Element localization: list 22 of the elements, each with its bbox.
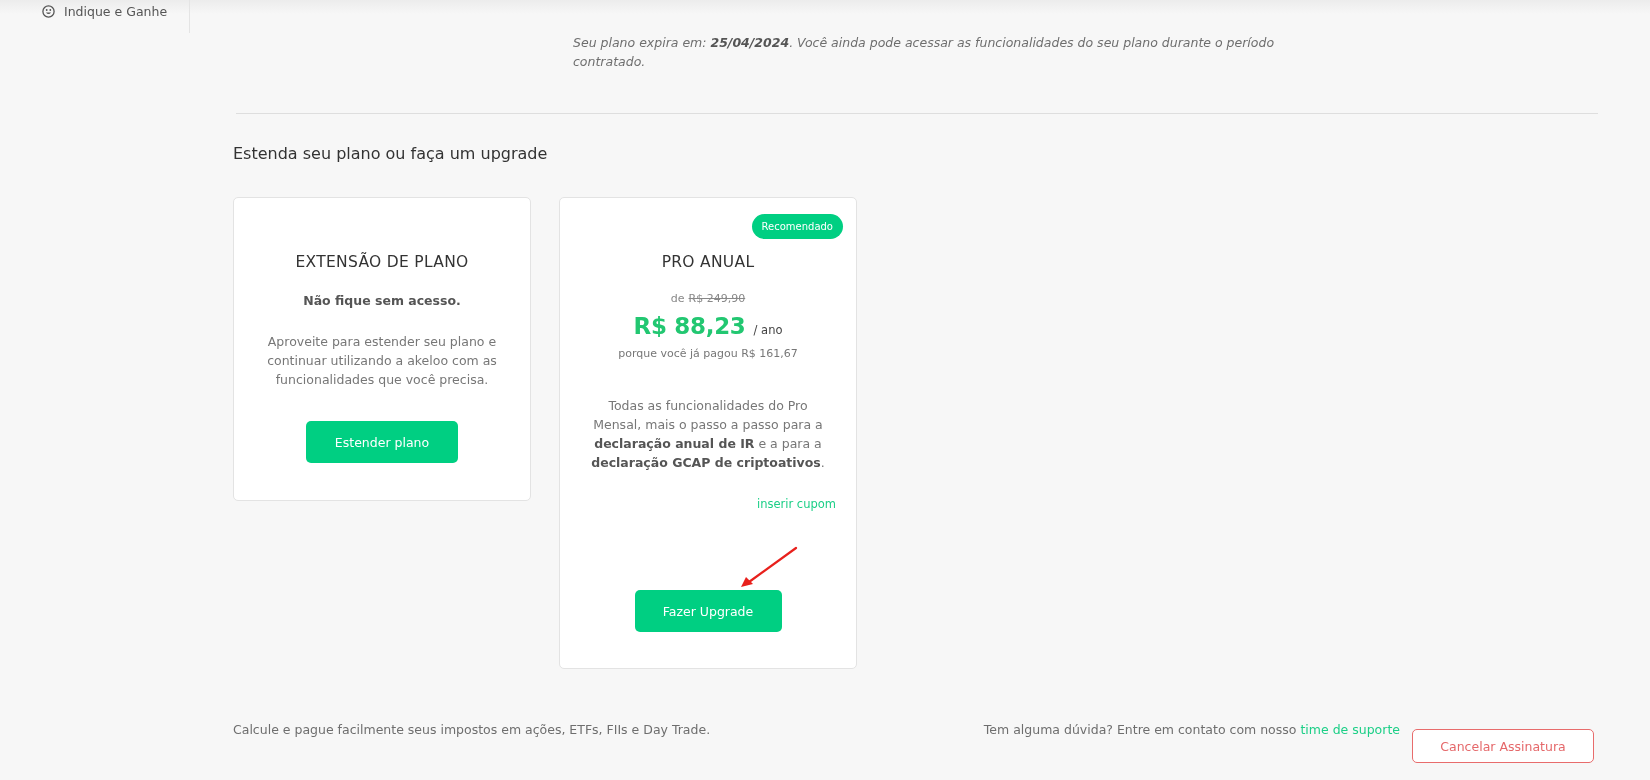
- card-description: Todas as funcionalidades do Pro Mensal, mais o passo a passo para a declaração anual de IR e a para a declaração GCAP de criptoativos.: [590, 397, 826, 472]
- smiley-icon: [42, 4, 55, 18]
- coupon-link[interactable]: inserir cupom: [757, 496, 836, 513]
- sidebar-item[interactable]: Indique e Ganhe: [42, 2, 168, 20]
- old-price: R$ 249,90: [688, 291, 746, 307]
- section-heading: Estenda seu plano ou faça um upgrade: [233, 143, 548, 165]
- old-price-prefix: de: [670, 291, 685, 307]
- plan-expiry-text: Seu plano expira em: 25/04/2024. Você ainda pode acessar as funcionalidades do seu plano durante o período contratado.: [573, 34, 1276, 71]
- card-title: EXTENSÃO DE PLANO: [295, 251, 469, 273]
- upgrade-button[interactable]: Fazer Upgrade: [634, 590, 782, 632]
- card-subtitle: Não fique sem acesso.: [303, 292, 461, 310]
- support-text: Tem alguma dúvida? Entre em contato com nosso time de suporte: [983, 721, 1400, 739]
- extend-plan-button[interactable]: Estender plano: [306, 421, 458, 463]
- support-link[interactable]: time de suporte: [1300, 722, 1400, 737]
- price-note: porque você já pagou R$ 161,67: [618, 346, 798, 362]
- price: R$ 88,23: [633, 312, 746, 341]
- cancel-subscription-button[interactable]: Cancelar Assinatura: [1412, 729, 1594, 763]
- price-period: / ano: [753, 323, 783, 337]
- recommended-badge: Recomendado: [751, 214, 843, 239]
- card-description: Aproveite para estender seu plano e continuar utilizando a akeloo com as funcionalidades que você precisa.: [266, 333, 498, 389]
- footer-tagline: Calcule e pague facilmente seus impostos em ações, ETFs, FIIs e Day Trade.: [233, 721, 711, 739]
- card-title: PRO ANUAL: [661, 252, 755, 273]
